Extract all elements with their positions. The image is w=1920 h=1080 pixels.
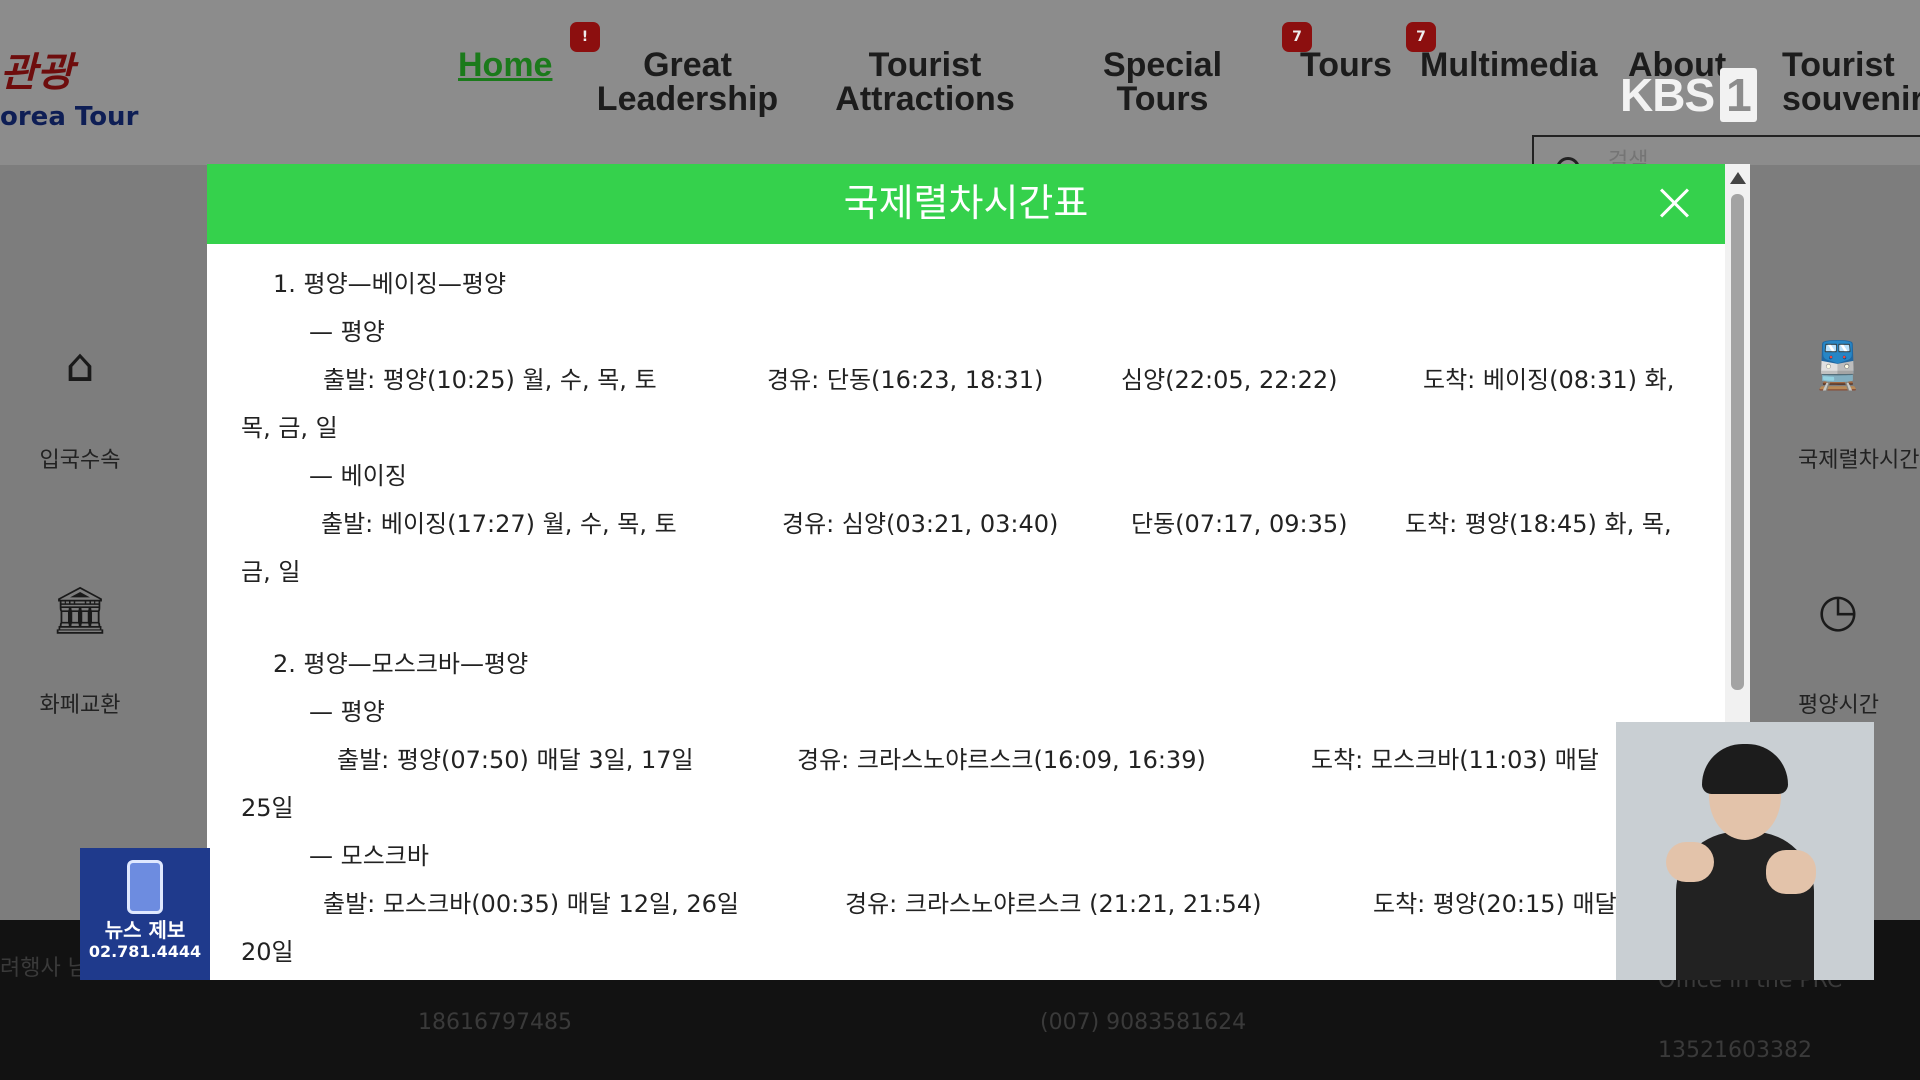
nav-special-tours[interactable]: Special Tours: [1090, 48, 1235, 116]
site-header: 관광 orea Tour Home ! Great Leadership Tou…: [0, 0, 1920, 199]
quick-link-pyongyang-time[interactable]: ◷ 평양시간: [1798, 585, 1920, 719]
interpreter-hand: [1666, 842, 1714, 882]
close-icon[interactable]: [1653, 182, 1695, 224]
news-tip-banner: 뉴스 제보 02.781.4444: [80, 848, 210, 980]
nav-home[interactable]: Home: [458, 48, 552, 82]
modal-title: 국제렬차시간표: [843, 181, 1089, 225]
nav-multimedia[interactable]: Multimedia: [1420, 48, 1598, 82]
nav-tours[interactable]: Tours: [1300, 48, 1392, 82]
via-text: 단동(07:17, 09:35): [1131, 510, 1348, 538]
direction-heading: — 모스크바: [309, 842, 429, 870]
departure-text: 출발: 평양(07:50) 매달 3일, 17일: [337, 746, 694, 774]
via-text: 경유: 단동(16:23, 18:31): [767, 366, 1044, 394]
arrival-days-text: 목, 금, 일: [241, 414, 338, 442]
quick-link-immigration[interactable]: ⌂ 입국수속: [0, 340, 160, 474]
via-text: 심양(22:05, 22:22): [1121, 366, 1338, 394]
route-heading: 1. 평양—베이징—평양: [273, 270, 507, 298]
broadcaster-logo: KBS 1: [1620, 68, 1757, 122]
arrival-days-text: 금, 일: [241, 558, 301, 586]
departure-text: 출발: 평양(10:25) 월, 수, 목, 토: [323, 366, 657, 394]
arrival-text: 도착: 베이징(08:31) 화,: [1423, 366, 1675, 394]
via-text: 경유: 크라스노야르스크(16:09, 16:39): [797, 746, 1206, 774]
via-text: 경유: 크라스노야르스크 (21:21, 21:54): [845, 890, 1262, 918]
broadcaster-channel: 1: [1720, 68, 1757, 122]
bank-icon: 🏛: [50, 583, 110, 637]
quick-link-label: 평양시간: [1798, 693, 1879, 718]
nav-tourist-attractions[interactable]: Tourist Attractions: [825, 48, 1025, 116]
arrival-text: 도착: 모스크바(11:03) 매달: [1311, 746, 1599, 774]
nav-great-leadership[interactable]: Great Leadership: [590, 48, 785, 116]
direction-heading: — 평양: [309, 698, 385, 726]
news-tip-phone: 02.781.4444: [88, 942, 202, 961]
direction-heading: — 평양: [309, 318, 385, 346]
quick-link-label: 입국수속: [39, 448, 121, 473]
timetable-content: 1. 평양—베이징—평양 — 평양 출발: 평양(10:25) 월, 수, 목,…: [207, 244, 1725, 980]
arrival-text: 도착: 평양(18:45) 화, 목,: [1405, 510, 1672, 538]
departure-text: 출발: 모스크바(00:35) 매달 12일, 26일: [323, 890, 739, 918]
train-icon: 🚆: [1809, 338, 1867, 392]
scroll-up-arrow-icon[interactable]: [1730, 172, 1746, 184]
direction-heading: — 베이징: [309, 462, 407, 490]
arrival-text: 도착: 평양(20:15) 매달: [1373, 890, 1617, 918]
footer-phone: 18616797485: [418, 1010, 572, 1035]
arrival-days-text: 20일: [241, 938, 294, 966]
modal-header: 국제렬차시간표: [207, 164, 1725, 244]
via-text: 경유: 심양(03:21, 03:40): [782, 510, 1059, 538]
train-timetable-modal: 국제렬차시간표 1. 평양—베이징—평양 — 평양 출발: 평양(10:25) …: [207, 164, 1750, 980]
quick-link-label: 국제렬차시간: [1798, 448, 1920, 473]
interpreter-hand: [1766, 850, 1816, 894]
nav-tourist-souvenir[interactable]: Tourist souvenir: [1782, 48, 1920, 116]
quick-link-label: 화페교환: [39, 693, 121, 718]
departure-text: 출발: 베이징(17:27) 월, 수, 목, 토: [321, 510, 677, 538]
home-icon: ⌂: [65, 338, 95, 392]
quick-link-currency-exchange[interactable]: 🏛 화페교환: [0, 585, 160, 719]
arrival-days-text: 25일: [241, 794, 294, 822]
scroll-thumb[interactable]: [1731, 194, 1744, 690]
news-tip-label: 뉴스 제보: [104, 918, 186, 942]
footer-phone: (007) 9083581624: [1040, 1010, 1247, 1035]
clock-icon: ◷: [1817, 583, 1859, 637]
interpreter-hair: [1702, 744, 1788, 794]
footer-phone: 13521603382: [1658, 1038, 1812, 1063]
phone-icon: [127, 860, 163, 914]
sign-language-interpreter-inset: [1616, 722, 1874, 980]
broadcaster-name: KBS: [1620, 69, 1715, 121]
quick-link-train-timetable[interactable]: 🚆 국제렬차시간: [1798, 340, 1920, 474]
route-heading: 2. 평양—모스크바—평양: [273, 650, 529, 678]
